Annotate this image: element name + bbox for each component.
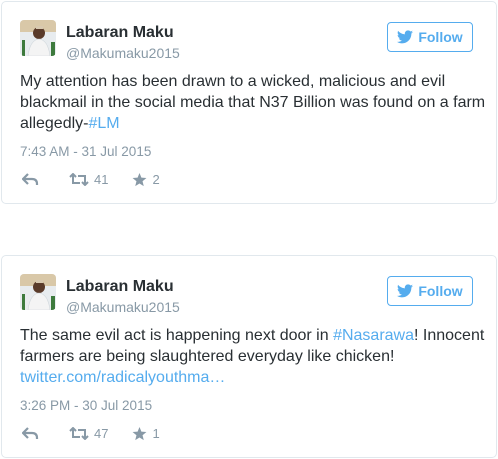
favorite-count: 2 xyxy=(152,172,160,187)
retweet-icon xyxy=(69,427,89,440)
tweet-card: Labaran Maku @Makumaku2015 Follow The sa… xyxy=(1,255,497,458)
tweet-actions: 47 1 xyxy=(22,426,160,441)
follow-button[interactable]: Follow xyxy=(387,276,473,306)
reply-icon xyxy=(22,173,39,186)
timestamp[interactable]: 3:26 PM - 30 Jul 2015 xyxy=(20,398,152,413)
retweet-count: 47 xyxy=(94,426,109,441)
tweet-text: The same evil act is happening next door… xyxy=(20,325,490,388)
hashtag-link[interactable]: #Nasarawa xyxy=(333,327,414,344)
avatar-photo-icon xyxy=(20,274,56,310)
avatar[interactable] xyxy=(20,274,56,310)
avatar[interactable] xyxy=(20,20,56,56)
url-link[interactable]: twitter.com/radicalyouthma… xyxy=(20,369,225,386)
retweet-button[interactable]: 47 xyxy=(69,426,108,441)
twitter-bird-icon xyxy=(397,30,414,44)
favorite-star-icon xyxy=(133,172,147,186)
retweet-icon xyxy=(69,173,89,186)
favorite-star-icon xyxy=(133,426,147,440)
tweet-card: Labaran Maku @Makumaku2015 Follow My att… xyxy=(1,1,497,204)
reply-icon xyxy=(22,427,39,440)
follow-label: Follow xyxy=(418,283,463,299)
user-handle[interactable]: @Makumaku2015 xyxy=(66,299,180,315)
hashtag-link[interactable]: #LM xyxy=(88,115,119,132)
reply-button[interactable] xyxy=(22,427,39,440)
follow-label: Follow xyxy=(418,29,463,45)
favorite-button[interactable]: 2 xyxy=(132,172,160,187)
favorite-count: 1 xyxy=(152,426,160,441)
tweet-text-body: The same evil act is happening next door… xyxy=(20,327,334,344)
user-name[interactable]: Labaran Maku xyxy=(66,278,174,296)
twitter-bird-icon xyxy=(397,284,414,298)
tweet-actions: 41 2 xyxy=(22,172,160,187)
reply-button[interactable] xyxy=(22,173,39,186)
avatar-photo-icon xyxy=(20,20,56,56)
user-handle[interactable]: @Makumaku2015 xyxy=(66,45,180,61)
timestamp[interactable]: 7:43 AM - 31 Jul 2015 xyxy=(20,144,151,159)
tweet-text: My attention has been drawn to a wicked,… xyxy=(20,71,490,134)
follow-button[interactable]: Follow xyxy=(387,22,473,52)
retweet-count: 41 xyxy=(94,172,109,187)
user-name[interactable]: Labaran Maku xyxy=(66,24,174,42)
retweet-button[interactable]: 41 xyxy=(69,172,108,187)
favorite-button[interactable]: 1 xyxy=(132,426,160,441)
